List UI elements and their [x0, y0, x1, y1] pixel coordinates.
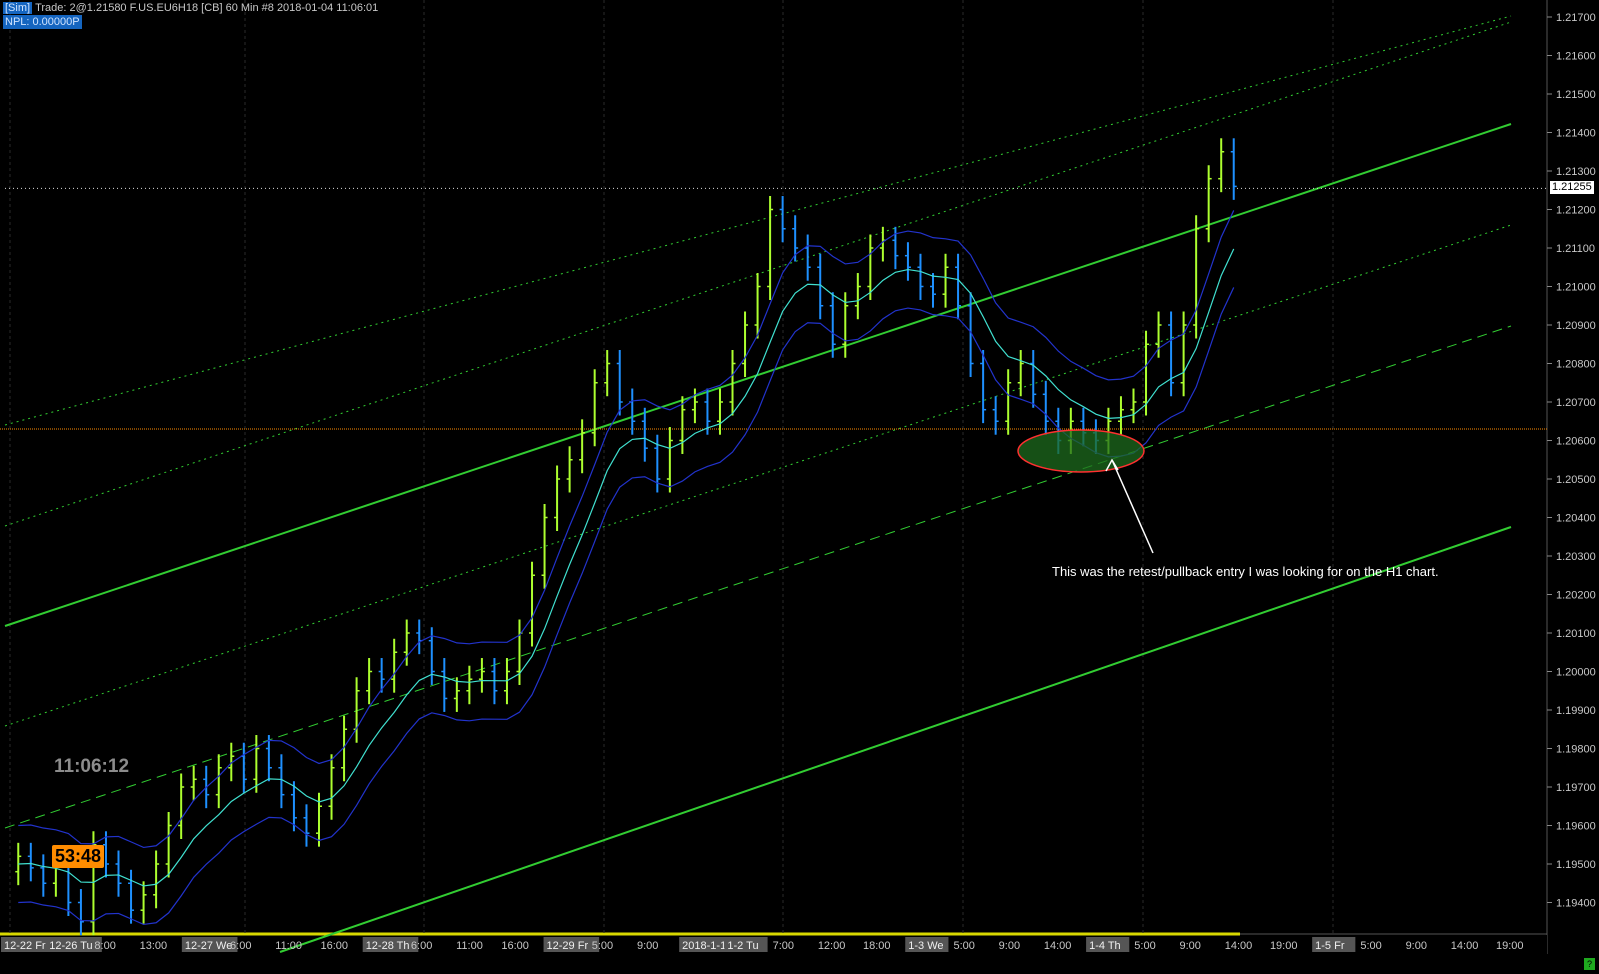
time-tick-label: 18:00	[863, 940, 891, 952]
price-tick-label: 1.21600	[1556, 51, 1596, 63]
price-tick-label: 1.21300	[1556, 166, 1596, 178]
time-tick-label: 8:00	[94, 940, 115, 952]
price-tick-label: 1.20800	[1556, 359, 1596, 371]
price-tick-label: 1.20000	[1556, 667, 1596, 679]
time-tick-label: 16:00	[320, 940, 348, 952]
price-tick-label: 1.19400	[1556, 898, 1596, 910]
time-tick-label: 11:00	[456, 940, 483, 952]
time-tick-label: 5:00	[1360, 940, 1381, 952]
time-tick-label: 1-5 Fr	[1315, 940, 1345, 952]
time-tick-label: 5:00	[592, 940, 613, 952]
price-tick-label: 1.21700	[1556, 12, 1596, 24]
channel-mid-solid	[4, 123, 1512, 627]
price-tick-label: 1.20200	[1556, 590, 1596, 602]
time-tick-label: 9:00	[1406, 940, 1427, 952]
chart-canvas[interactable]: 1.21700 1.21600 1.21500 1.21400 1.21300 1.212…	[0, 0, 1599, 974]
chart-annotation-text: This was the retest/pullback entry I was…	[1052, 564, 1439, 579]
price-tick-label: 1.19800	[1556, 744, 1596, 756]
time-tick-label: 9:00	[637, 940, 658, 952]
price-tick-label: 1.19600	[1556, 821, 1596, 833]
price-tick-label: 1.20700	[1556, 397, 1596, 409]
corner-status-indicator[interactable]: ?	[1584, 958, 1595, 970]
time-tick-label: 12-27 We	[185, 940, 233, 952]
price-tick-label: 1.20100	[1556, 628, 1596, 640]
time-tick-label: 1-3 We	[908, 940, 943, 952]
trade-info: Trade: 2@1.21580 F.US.EU6H18 [CB] 60 Min…	[35, 2, 379, 14]
time-tick-label: 12-29 Fr	[547, 940, 589, 952]
price-tick-label: 1.21200	[1556, 205, 1596, 217]
time-tick-label: 11:00	[275, 940, 302, 952]
bar-countdown-timer: 53:48	[52, 845, 105, 868]
time-tick-label: 9:00	[1180, 940, 1201, 952]
price-tick-label: 1.20500	[1556, 474, 1596, 486]
time-tick-label: 6:00	[230, 940, 251, 952]
pullback-highlight-ellipse	[1017, 429, 1145, 473]
channel-upper-outer	[4, 15, 1512, 426]
sim-badge: [Sim]	[3, 2, 33, 14]
time-tick-label: 5:00	[953, 940, 974, 952]
time-tick-label: 12-26 Tu	[49, 940, 92, 952]
chart-header: [Sim] Trade: 2@1.21580 F.US.EU6H18 [CB] 6…	[3, 1, 378, 15]
last-price-tag: 1.21255	[1550, 181, 1594, 194]
time-tick-label: 6:00	[411, 940, 432, 952]
time-tick-label: 1-4 Th	[1089, 940, 1121, 952]
clock-readout: 11:06:12	[54, 756, 130, 777]
lower-band	[18, 287, 1235, 926]
price-tick-label: 1.19700	[1556, 782, 1596, 794]
price-tick-label: 1.19900	[1556, 705, 1596, 717]
time-tick-label: 7:00	[773, 940, 794, 952]
upper-band	[18, 210, 1235, 849]
price-tick-label: 1.21000	[1556, 282, 1596, 294]
time-tick-label: 14:00	[1044, 940, 1072, 952]
annotation-arrow	[1111, 459, 1154, 554]
time-tick-label: 12:00	[818, 940, 846, 952]
time-tick-label: 9:00	[999, 940, 1020, 952]
price-tick-label: 1.20400	[1556, 513, 1596, 525]
channel-bottom-solid	[279, 526, 1512, 953]
time-tick-label: 19:00	[1270, 940, 1298, 952]
time-tick-label: 14:00	[1225, 940, 1253, 952]
price-chart[interactable]: 1.21700 1.21600 1.21500 1.21400 1.21300 1.212…	[0, 0, 1596, 954]
npl-readout: NPL: 0.00000P	[3, 15, 82, 29]
time-tick-label: 13:00	[140, 940, 168, 952]
price-tick-label: 1.20900	[1556, 320, 1596, 332]
time-tick-label: 5:00	[1134, 940, 1155, 952]
price-tick-label: 1.19500	[1556, 859, 1596, 871]
time-tick-label: 1-2 Tu	[727, 940, 758, 952]
price-tick-label: 1.21100	[1556, 243, 1595, 255]
time-tick-label: 14:00	[1451, 940, 1479, 952]
time-tick-label: 19:00	[1496, 940, 1524, 952]
price-tick-label: 1.20300	[1556, 551, 1596, 563]
price-tick-label: 1.21500	[1556, 89, 1596, 101]
price-tick-label: 1.20600	[1556, 436, 1596, 448]
time-tick-label: 12-28 Th	[366, 940, 410, 952]
time-tick-label: 12-22 Fr	[4, 940, 46, 952]
price-tick-label: 1.21400	[1556, 128, 1596, 140]
time-tick-label: 16:00	[501, 940, 529, 952]
